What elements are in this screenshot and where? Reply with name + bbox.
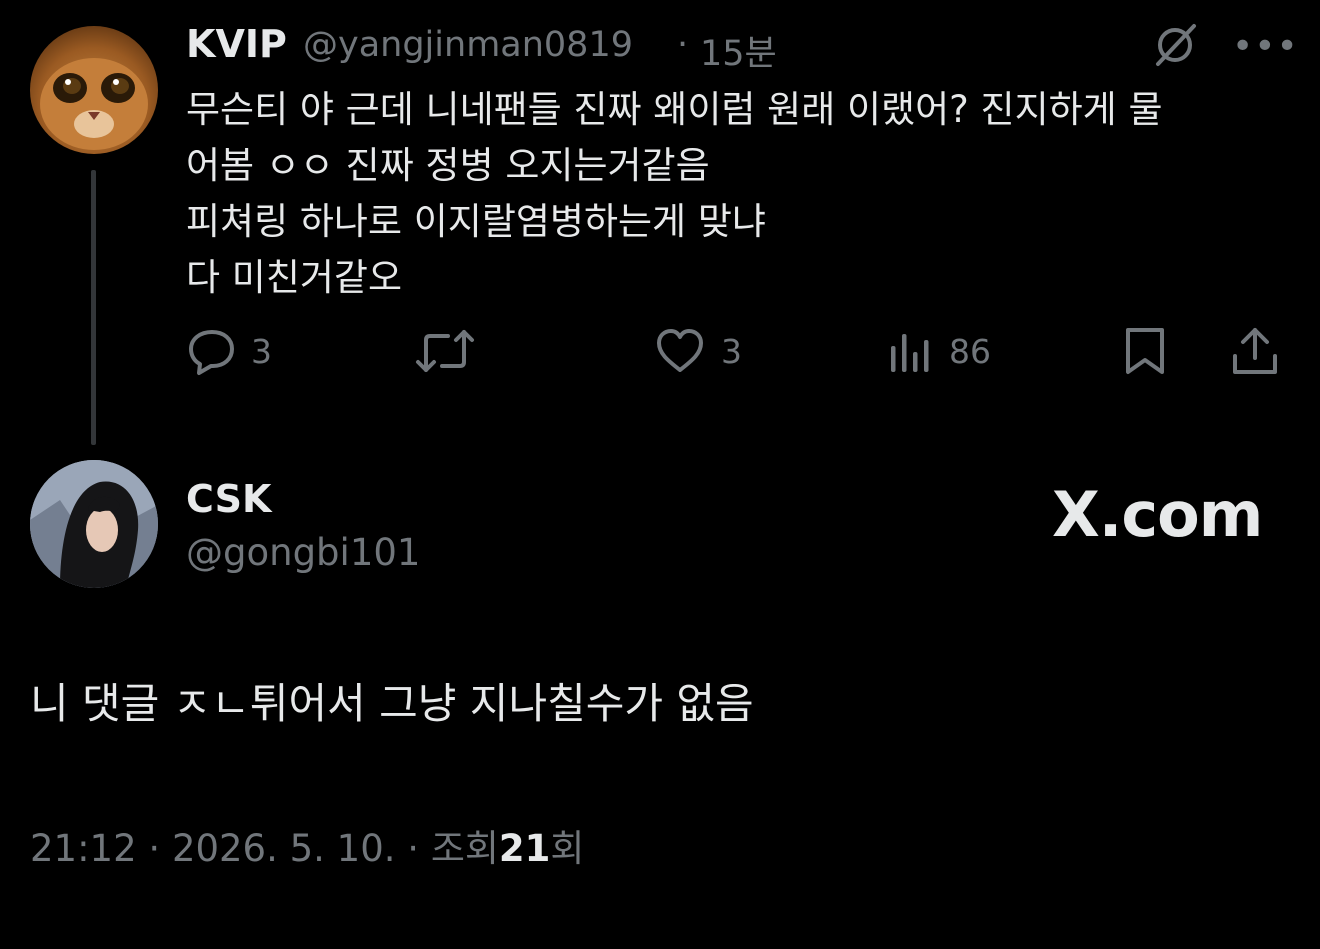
- tweet-text-line: 어봄 ㅇㅇ 진짜 정병 오지는거같음: [186, 144, 710, 187]
- tweet-text-line: 무슨티 야 근데 니네팬들 진짜 왜이럼 원래 이랬어? 진지하게 물: [186, 88, 1163, 131]
- more-icon[interactable]: •••: [1232, 26, 1299, 67]
- views-icon: [891, 334, 929, 372]
- author-handle[interactable]: @gongbi101: [186, 531, 420, 574]
- author-handle[interactable]: @yangjinman0819: [303, 25, 633, 65]
- xcom-watermark: X.com: [1052, 478, 1263, 551]
- views-suffix: 회: [550, 827, 585, 870]
- separator-dot: ·: [148, 827, 161, 870]
- author-name[interactable]: KVIP: [186, 22, 287, 66]
- tweet-text-line: 피쳐링 하나로 이지랄염병하는게 맞냐: [186, 200, 766, 243]
- tweet-date[interactable]: 2026. 5. 10.: [172, 827, 396, 870]
- bookmark-button[interactable]: [1120, 326, 1170, 376]
- tweet-meta: 21:12 · 2026. 5. 10. · 조회21회: [30, 818, 584, 872]
- retweet-button[interactable]: [414, 326, 476, 376]
- views-label: 조회: [430, 827, 499, 870]
- reply-count: 3: [251, 331, 272, 371]
- separator-dot: ·: [677, 25, 689, 65]
- reply-button[interactable]: 3: [187, 326, 272, 376]
- heart-icon: [657, 329, 703, 372]
- grok-icon[interactable]: [1150, 20, 1200, 70]
- thread-connector-line: [91, 170, 96, 445]
- share-icon: [1233, 328, 1277, 374]
- like-count: 3: [721, 331, 742, 371]
- avatar-csk[interactable]: [30, 460, 158, 588]
- views-button[interactable]: 86: [885, 326, 991, 376]
- tweet-text: 니 댓글 ㅈㄴ튀어서 그냥 지나칠수가 없음: [30, 679, 754, 728]
- tweet-text-line: 다 미친거같오: [186, 256, 403, 299]
- separator-dot: ·: [407, 827, 420, 870]
- views-count[interactable]: 21: [499, 827, 551, 870]
- bookmark-icon: [1126, 328, 1164, 374]
- like-button[interactable]: 3: [653, 326, 742, 376]
- tweet-time[interactable]: 21:12: [30, 827, 137, 870]
- tweet-timestamp[interactable]: 15분: [700, 25, 777, 76]
- avatar-kvip[interactable]: [30, 26, 158, 154]
- share-button[interactable]: [1230, 326, 1280, 376]
- retweet-icon: [416, 330, 474, 372]
- views-count: 86: [949, 331, 991, 371]
- reply-icon: [189, 330, 234, 375]
- author-name[interactable]: CSK: [186, 477, 271, 521]
